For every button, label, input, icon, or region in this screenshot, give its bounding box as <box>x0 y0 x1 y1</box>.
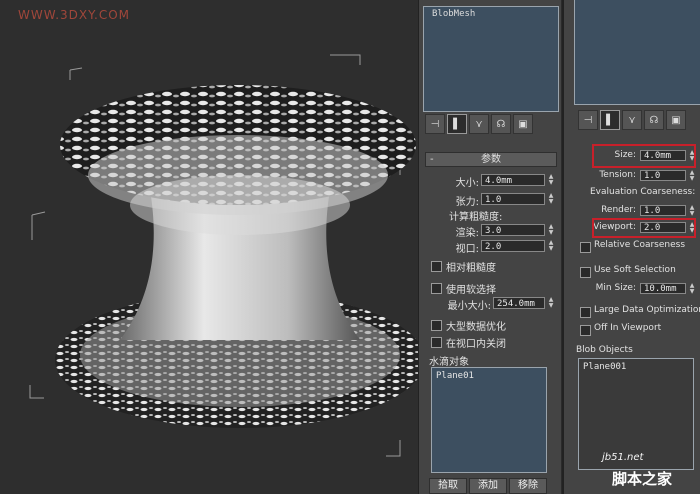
remove-modifier-icon[interactable]: ☊ <box>644 110 664 130</box>
large-data-checkbox[interactable] <box>431 320 442 331</box>
relative-coarseness-label: 相对粗糙度 <box>446 263 496 274</box>
soft-selection-row: Use Soft Selection <box>564 265 700 279</box>
pin-stack-icon[interactable]: ⊣ <box>425 114 445 134</box>
size-highlight-box <box>592 144 696 168</box>
soft-selection-label: Use Soft Selection <box>594 265 676 275</box>
render-label: 渲染: <box>455 228 479 239</box>
spinner-arrows-icon[interactable]: ▲ ▼ <box>688 283 696 295</box>
coarseness-label: 计算粗糙度: <box>449 212 503 223</box>
add-button[interactable]: 添加 <box>469 478 507 494</box>
relative-coarseness-row: 相对粗糙度 <box>419 259 561 274</box>
min-size-label: 最小大小: <box>447 301 491 312</box>
tension-label: 张力: <box>455 197 479 208</box>
blob-objects-list[interactable]: Plane01 <box>431 367 547 473</box>
viewport-spinner[interactable]: 2.0 <box>481 240 545 252</box>
blob-object-item[interactable]: Plane001 <box>579 359 693 375</box>
tension-row: Tension: 1.0 ▲ ▼ <box>564 170 700 184</box>
off-viewport-checkbox[interactable] <box>431 337 442 348</box>
soft-selection-label: 使用软选择 <box>446 285 496 296</box>
pick-button[interactable]: 拾取 <box>429 478 467 494</box>
modifier-panel-english: ⊣ ▌ ⋎ ☊ ▣ Size: 4.0mm ▲ ▼ Tension: 1.0 ▲ ▼… <box>562 0 700 494</box>
rollout-title: 参数 <box>481 154 501 165</box>
modifier-panel-chinese: BlobMesh ⊣ ▌ ⋎ ☊ ▣ - 参数 大小: 4.0mm ▲ ▼ 张力:… <box>418 0 561 494</box>
modifier-stack-item[interactable]: BlobMesh <box>424 7 558 21</box>
off-viewport-label: 在视口内关闭 <box>446 339 506 350</box>
watermark-text: WWW.3DXY.COM <box>18 8 131 22</box>
show-end-result-icon[interactable]: ▌ <box>600 110 620 130</box>
viewport-label: 视口: <box>455 244 479 255</box>
min-size-spinner[interactable]: 10.0mm <box>640 283 686 294</box>
large-data-checkbox[interactable] <box>580 307 591 318</box>
spinner-arrows-icon[interactable]: ▲ ▼ <box>547 193 555 205</box>
soft-selection-checkbox[interactable] <box>431 283 442 294</box>
parameters-rollout[interactable]: - 参数 <box>425 152 557 167</box>
site-name-text: 脚本之家 <box>612 470 673 488</box>
make-unique-icon[interactable]: ⋎ <box>622 110 642 130</box>
spinner-arrows-icon[interactable]: ▲ ▼ <box>547 174 555 186</box>
render-row: 渲染: 3.0 ▲ ▼ <box>419 224 561 240</box>
large-data-row: Large Data Optimization <box>564 305 700 319</box>
show-end-result-icon[interactable]: ▌ <box>447 114 467 134</box>
size-row: 大小: 4.0mm ▲ ▼ <box>419 174 561 190</box>
off-viewport-row: 在视口内关闭 <box>419 335 561 350</box>
configure-modifier-icon[interactable]: ▣ <box>513 114 533 134</box>
make-unique-icon[interactable]: ⋎ <box>469 114 489 134</box>
blob-mesh-render <box>29 54 418 457</box>
off-viewport-checkbox[interactable] <box>580 325 591 336</box>
min-size-row: 最小大小: 254.0mm ▲ ▼ <box>419 297 561 313</box>
relative-coarseness-label: Relative Coarseness <box>594 240 686 250</box>
large-data-label: 大型数据优化 <box>446 322 506 333</box>
modifier-stack-list[interactable] <box>574 0 700 105</box>
stack-toolbar: ⊣ ▌ ⋎ ☊ ▣ <box>578 110 686 130</box>
render-label: Render: <box>601 205 636 215</box>
relative-coarseness-checkbox[interactable] <box>431 261 442 272</box>
spinner-arrows-icon[interactable]: ▲ ▼ <box>688 170 696 182</box>
viewport-highlight-box <box>592 218 696 238</box>
off-viewport-label: Off In Viewport <box>594 323 662 333</box>
render-row: Render: 1.0 ▲ ▼ <box>564 205 700 219</box>
tension-spinner[interactable]: 1.0 <box>640 170 686 181</box>
size-spinner[interactable]: 4.0mm <box>481 174 545 186</box>
tension-label: Tension: <box>599 170 636 180</box>
tension-spinner[interactable]: 1.0 <box>481 193 545 205</box>
render-spinner[interactable]: 3.0 <box>481 224 545 236</box>
spinner-arrows-icon[interactable]: ▲ ▼ <box>688 205 696 217</box>
site-logo-text: jb51.net <box>602 452 644 463</box>
spinner-arrows-icon[interactable]: ▲ ▼ <box>547 224 555 236</box>
relative-coarseness-checkbox[interactable] <box>580 242 591 253</box>
configure-modifier-icon[interactable]: ▣ <box>666 110 686 130</box>
spinner-arrows-icon[interactable]: ▲ ▼ <box>547 297 555 309</box>
modifier-stack-list[interactable]: BlobMesh <box>423 6 559 112</box>
viewport-row: 视口: 2.0 ▲ ▼ <box>419 240 561 256</box>
large-data-label: Large Data Optimization <box>594 305 700 315</box>
tension-row: 张力: 1.0 ▲ ▼ <box>419 193 561 209</box>
blob-object-item[interactable]: Plane01 <box>432 368 546 384</box>
3d-viewport[interactable]: WWW.3DXY.COM <box>0 0 418 494</box>
remove-button[interactable]: 移除 <box>509 478 547 494</box>
soft-selection-checkbox[interactable] <box>580 267 591 278</box>
min-size-row: Min Size: 10.0mm ▲ ▼ <box>564 283 700 297</box>
min-size-spinner[interactable]: 254.0mm <box>493 297 545 309</box>
off-viewport-row: Off In Viewport <box>564 323 700 337</box>
relative-coarseness-row: Relative Coarseness <box>564 240 700 254</box>
collapse-icon: - <box>430 154 434 165</box>
stack-toolbar: ⊣ ▌ ⋎ ☊ ▣ <box>425 114 533 134</box>
remove-modifier-icon[interactable]: ☊ <box>491 114 511 134</box>
render-spinner[interactable]: 1.0 <box>640 205 686 216</box>
blob-objects-label: Blob Objects <box>576 345 633 355</box>
large-data-row: 大型数据优化 <box>419 318 561 333</box>
pin-stack-icon[interactable]: ⊣ <box>578 110 598 130</box>
min-size-label: Min Size: <box>595 283 636 293</box>
size-label: 大小: <box>455 178 479 189</box>
coarseness-label: Evaluation Coarseness: <box>590 187 696 197</box>
blob-objects-label: 水滴对象 <box>429 357 469 368</box>
soft-selection-row: 使用软选择 <box>419 281 561 296</box>
spinner-arrows-icon[interactable]: ▲ ▼ <box>547 240 555 252</box>
